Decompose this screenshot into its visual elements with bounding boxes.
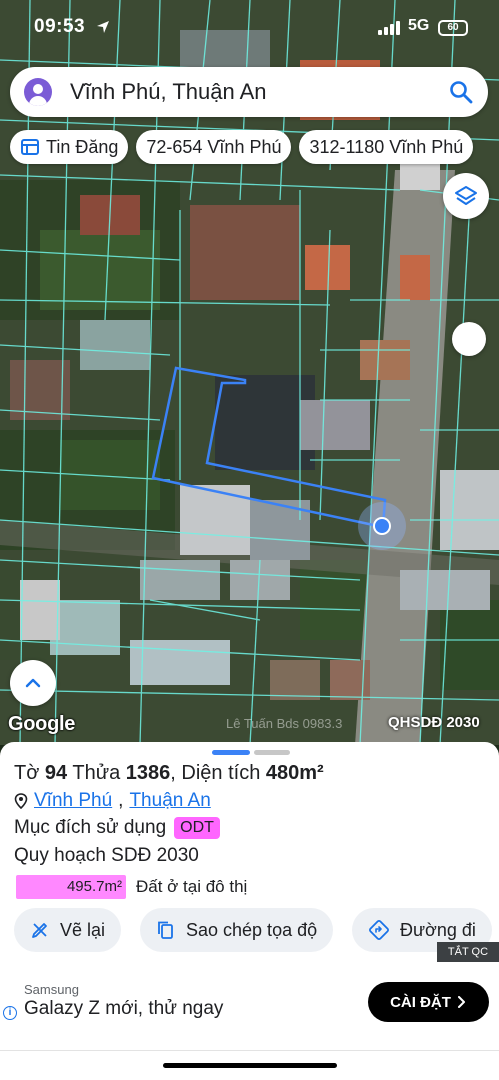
chip-parcel-range-1[interactable]: 72-654 Vĩnh Phú bbox=[136, 130, 292, 164]
signal-bars-icon bbox=[378, 21, 400, 35]
chevron-up-icon bbox=[25, 678, 41, 688]
copy-coordinates-button[interactable]: Sao chép tọa độ bbox=[140, 908, 334, 952]
redraw-button[interactable]: Vẽ lại bbox=[14, 908, 122, 952]
layers-icon bbox=[455, 186, 477, 205]
status-time: 09:53 bbox=[34, 16, 86, 37]
sheet-handle-active[interactable] bbox=[212, 750, 250, 755]
ward-link[interactable]: Vĩnh Phú bbox=[34, 790, 112, 812]
chip-label: 312-1180 Vĩnh Phú bbox=[309, 136, 464, 157]
home-indicator[interactable] bbox=[163, 1063, 337, 1068]
search-query[interactable]: Vĩnh Phú, Thuận An bbox=[70, 79, 267, 105]
ad-install-button[interactable]: CÀI ĐẶT bbox=[368, 982, 489, 1022]
area-label: Diện tích bbox=[181, 762, 261, 784]
ad-brand: Samsung bbox=[24, 982, 79, 997]
action-buttons: Vẽ lại Sao chép tọa độ Đường đi bbox=[0, 908, 499, 952]
land-use-purpose: Mục đích sử dụng ODT bbox=[14, 817, 220, 839]
purpose-label: Mục đích sử dụng bbox=[14, 817, 167, 838]
battery-icon: 60 bbox=[438, 20, 468, 36]
plan-area-bar: 495.7m² bbox=[16, 875, 126, 899]
expand-up-button[interactable] bbox=[10, 660, 56, 706]
copy-coordinates-label: Sao chép tọa độ bbox=[186, 919, 318, 940]
plan-area-row: 495.7m² Đất ở tại đô thị bbox=[16, 875, 247, 899]
ad-info-icon[interactable]: i bbox=[3, 1006, 17, 1020]
copy-icon bbox=[158, 921, 173, 939]
map-scroll-handle[interactable] bbox=[452, 322, 486, 356]
ad-divider bbox=[0, 1050, 499, 1051]
plan-title: Quy hoạch SDĐ 2030 bbox=[14, 845, 199, 866]
directions-icon bbox=[369, 920, 389, 940]
search-icon[interactable] bbox=[448, 79, 474, 105]
ad-headline[interactable]: Galazy Z mới, thử ngay bbox=[24, 998, 223, 1020]
city-link[interactable]: Thuận An bbox=[129, 790, 210, 812]
map-watermark: Lê Tuấn Bds 0983.3 bbox=[226, 716, 343, 731]
sheet-label: Tờ bbox=[14, 762, 40, 784]
close-ad-button[interactable]: TẮT QC bbox=[437, 942, 499, 962]
plan-area-description: Đất ở tại đô thị bbox=[136, 877, 248, 896]
map-layer-credit: QHSDĐ 2030 bbox=[388, 714, 480, 731]
chip-listings[interactable]: Tin Đăng bbox=[10, 130, 129, 164]
network-type: 5G bbox=[408, 17, 430, 34]
purpose-code-badge: ODT bbox=[174, 817, 220, 839]
parcel-title: Tờ 94 Thửa 1386, Diện tích 480m² bbox=[14, 762, 324, 784]
redraw-icon bbox=[32, 923, 47, 938]
parcel-address: Vĩnh Phú, Thuận An bbox=[14, 790, 211, 812]
avatar[interactable] bbox=[24, 78, 52, 106]
directions-label: Đường đi bbox=[400, 919, 476, 940]
layers-button[interactable] bbox=[443, 173, 489, 219]
status-bar: 09:53 5G 60 bbox=[0, 14, 499, 44]
chip-label: 72-654 Vĩnh Phú bbox=[146, 136, 282, 157]
chip-parcel-range-2[interactable]: 312-1180 Vĩnh Phú bbox=[299, 130, 474, 164]
listing-icon bbox=[21, 139, 39, 155]
location-pin-icon bbox=[14, 793, 28, 809]
ad-cta-label: CÀI ĐẶT bbox=[390, 993, 451, 1011]
lot-label: Thửa bbox=[72, 762, 121, 784]
parcel-info-sheet[interactable]: Tờ 94 Thửa 1386, Diện tích 480m² Vĩnh Ph… bbox=[0, 742, 499, 962]
filter-chips: Tin Đăng 72-654 Vĩnh Phú 312-1180 Vĩnh P… bbox=[10, 130, 474, 164]
sheet-number: 94 bbox=[44, 762, 68, 784]
location-arrow-icon bbox=[97, 21, 109, 33]
parcel-area: 480m² bbox=[265, 762, 324, 784]
redraw-label: Vẽ lại bbox=[60, 919, 106, 940]
sheet-handle[interactable] bbox=[254, 750, 290, 755]
chevron-right-icon bbox=[457, 996, 465, 1008]
google-logo: Google bbox=[8, 713, 76, 735]
lot-number: 1386 bbox=[125, 762, 171, 784]
search-bar[interactable]: Vĩnh Phú, Thuận An bbox=[10, 67, 488, 117]
chip-label: Tin Đăng bbox=[46, 136, 119, 157]
